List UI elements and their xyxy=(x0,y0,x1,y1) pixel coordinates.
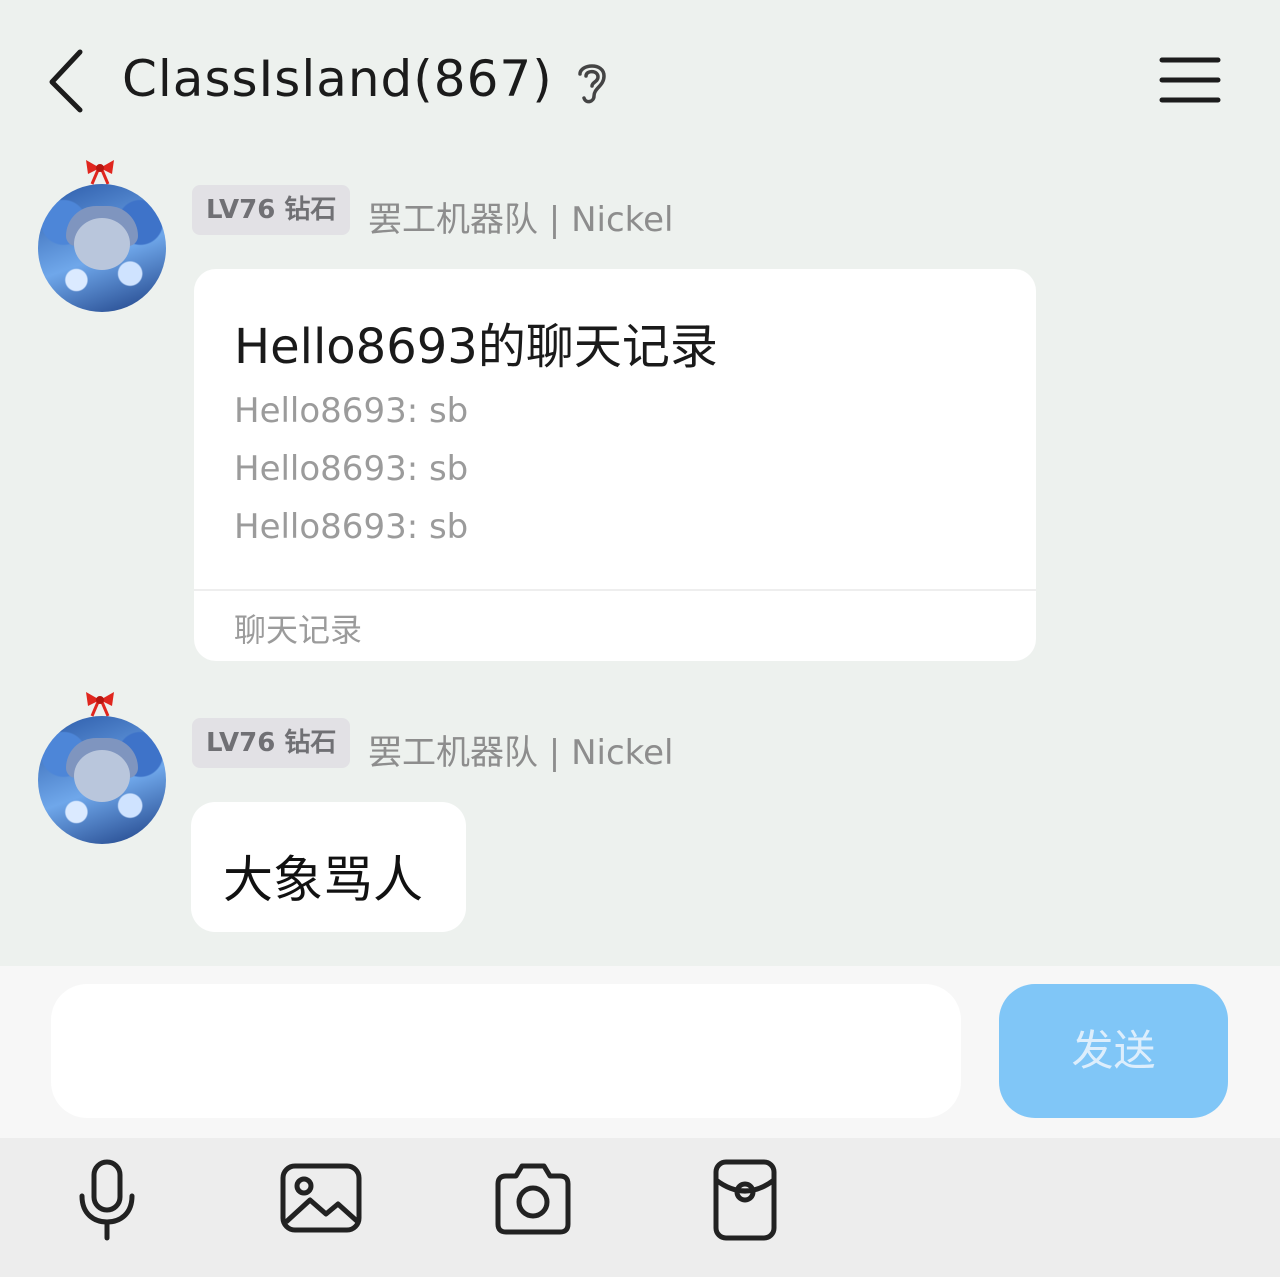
avatar[interactable] xyxy=(38,184,166,312)
card-title: Hello8693的聊天记录 xyxy=(234,319,718,375)
avatar[interactable] xyxy=(38,716,166,844)
sender-name[interactable]: 罢工机器队 | Nickel xyxy=(368,725,674,774)
image-icon[interactable] xyxy=(276,1156,366,1246)
input-toolbar xyxy=(0,1138,1280,1277)
back-arrow-icon[interactable] xyxy=(40,44,96,116)
level-badge: LV76 钻石 xyxy=(192,185,351,235)
card-footer: 聊天记录 xyxy=(234,611,363,649)
microphone-icon[interactable] xyxy=(62,1156,152,1246)
group-title[interactable]: ClassIsland(867) xyxy=(122,50,553,108)
red-packet-icon[interactable] xyxy=(700,1156,790,1246)
level-badge: LV76 钻石 xyxy=(192,718,351,768)
card-line: Hello8693: sb xyxy=(234,391,469,431)
bow-icon xyxy=(86,160,114,185)
sender-name[interactable]: 罢工机器队 | Nickel xyxy=(368,192,674,241)
card-divider xyxy=(194,589,1036,591)
forwarded-chat-card[interactable]: Hello8693的聊天记录 Hello8693: sb Hello8693: … xyxy=(194,269,1036,661)
card-line: Hello8693: sb xyxy=(234,449,469,489)
camera-icon[interactable] xyxy=(488,1156,578,1246)
message-bubble[interactable]: 大象骂人 xyxy=(191,802,466,932)
bow-icon xyxy=(86,692,114,717)
ear-icon[interactable] xyxy=(572,58,612,106)
menu-icon[interactable] xyxy=(1156,52,1224,108)
send-button[interactable]: 发送 xyxy=(999,984,1228,1118)
chat-screen: ClassIsland(867) LV76 钻石 罢工机器队 | Nickel … xyxy=(0,0,1280,1277)
message-input[interactable] xyxy=(51,984,961,1118)
message-text: 大象骂人 xyxy=(223,851,423,909)
input-bar: 发送 xyxy=(0,966,1280,1138)
chat-header: ClassIsland(867) xyxy=(0,0,1280,160)
card-line: Hello8693: sb xyxy=(234,507,469,547)
